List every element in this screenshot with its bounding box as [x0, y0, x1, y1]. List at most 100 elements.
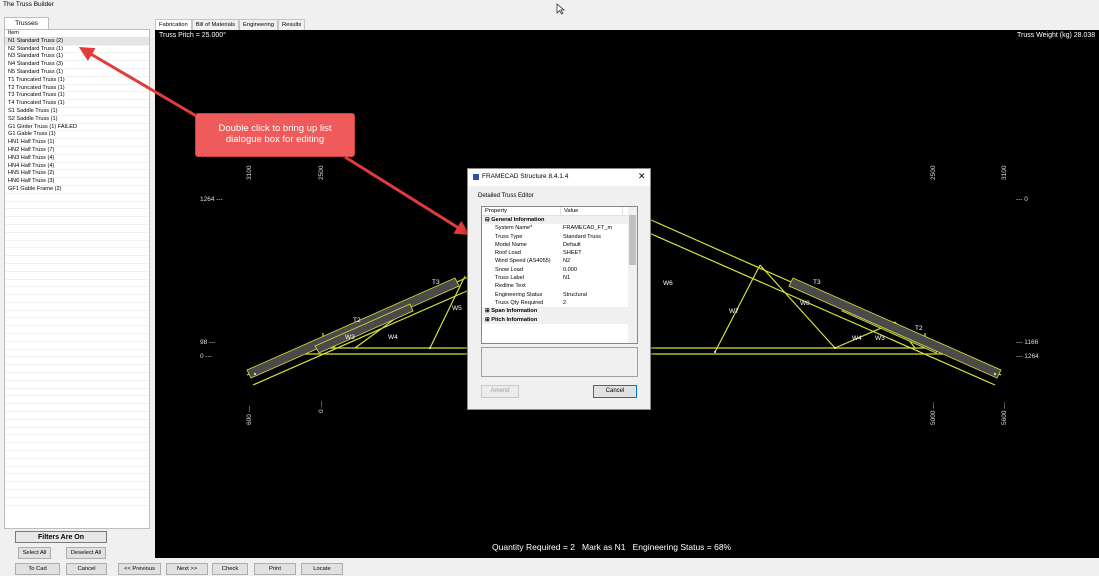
property-value[interactable]: N2: [561, 257, 623, 265]
list-item[interactable]: N4 Standard Truss (3): [5, 61, 149, 69]
empty-row: [5, 334, 149, 342]
node-dot: [834, 347, 836, 349]
tab-results[interactable]: Results: [277, 19, 306, 30]
collapse-icon[interactable]: ⊟: [485, 217, 490, 223]
list-item[interactable]: T4 Truncated Truss (1): [5, 100, 149, 108]
empty-row: [5, 498, 149, 506]
empty-row: [5, 264, 149, 272]
property-row[interactable]: Engineering Status Structural: [482, 291, 637, 299]
list-item[interactable]: G1 Gable Truss (1): [5, 131, 149, 140]
property-name: Truss Qty Required: [495, 299, 544, 306]
property-row[interactable]: System Name* FRAMECAD_FT_m: [482, 224, 637, 232]
property-row[interactable]: Redline Text: [482, 282, 637, 290]
property-value[interactable]: FRAMECAD_FT_m: [561, 224, 623, 232]
list-item[interactable]: G1 Girder Truss (1) FAILED: [5, 124, 149, 132]
member-bar-right-outer: [788, 277, 1002, 379]
list-item[interactable]: N5 Standard Truss (1): [5, 69, 149, 77]
list-item[interactable]: T2 Truncated Truss (1): [5, 85, 149, 93]
empty-row: [5, 357, 149, 366]
list-item[interactable]: HN6 Half Truss (3): [5, 178, 149, 186]
list-item[interactable]: N2 Standard Truss (1): [5, 46, 149, 54]
category-general[interactable]: ⊟ General Information: [482, 216, 637, 225]
tab-trusses[interactable]: Trusses: [4, 17, 49, 29]
expand-icon[interactable]: ⊞: [485, 308, 490, 314]
grid-scroll-thumb[interactable]: [629, 215, 636, 265]
list-item[interactable]: HN5 Half Truss (2): [5, 170, 149, 179]
property-value[interactable]: Standard Truss: [561, 233, 623, 241]
description-box: [481, 347, 638, 377]
cancel-button[interactable]: Cancel: [66, 563, 107, 575]
empty-row: [5, 412, 149, 420]
member-label-t2-right: T2: [915, 325, 923, 332]
property-row[interactable]: Snow Load 0.000: [482, 266, 637, 274]
list-item[interactable]: S1 Saddle Truss (1): [5, 108, 149, 116]
property-value[interactable]: [561, 282, 623, 290]
empty-row: [5, 233, 149, 241]
to-cad-button[interactable]: To Cad: [15, 563, 60, 575]
tab-bill-of-materials[interactable]: Bill of Materials: [191, 19, 239, 30]
list-item[interactable]: HN4 Half Truss (4): [5, 163, 149, 171]
dim-top-3100-left: 3100: [246, 165, 253, 180]
tab-engineering[interactable]: Engineering: [239, 19, 278, 30]
member-bar-left-outer: [246, 277, 460, 379]
dim-bottom-600: 600 ---: [246, 405, 253, 425]
check-button[interactable]: Check: [212, 563, 248, 575]
property-value[interactable]: SHEET: [561, 249, 623, 257]
property-row[interactable]: Truss Qty Required 2: [482, 299, 637, 307]
truss-list[interactable]: Item N1 Standard Truss (2) N2 Standard Tr…: [4, 29, 150, 529]
dialog-subtitle: Detailed Truss Editor: [478, 193, 534, 199]
list-item[interactable]: S2 Saddle Truss (1): [5, 116, 149, 124]
locate-button[interactable]: Locate: [301, 563, 343, 575]
expand-icon[interactable]: ⊞: [485, 317, 490, 323]
amend-button[interactable]: Amend: [481, 385, 519, 398]
dim-top-2500-left: 2500: [318, 165, 325, 180]
close-icon[interactable]: ✕: [638, 171, 646, 182]
list-item[interactable]: HN1 Half Truss (1): [5, 139, 149, 147]
dialog-cancel-button[interactable]: Cancel: [593, 385, 637, 398]
property-value[interactable]: N1: [561, 274, 623, 282]
property-grid[interactable]: Property Value ⊟ General Information Sys…: [481, 206, 638, 344]
property-row[interactable]: Roof Load SHEET: [482, 249, 637, 257]
property-row[interactable]: Wind Speed (AS4055) N2: [482, 257, 637, 265]
previous-button[interactable]: << Previous: [118, 563, 161, 575]
list-item[interactable]: T3 Truncated Truss (1): [5, 92, 149, 101]
property-row[interactable]: Model Name Default: [482, 241, 637, 249]
grid-scrollbar[interactable]: [628, 207, 637, 343]
print-button[interactable]: Print: [254, 563, 296, 575]
list-item[interactable]: N1 Standard Truss (2): [5, 37, 149, 46]
filters-button[interactable]: Filters Are On: [15, 531, 107, 543]
member-label-w7: W7: [729, 308, 739, 315]
tab-fabrication[interactable]: Fabrication: [155, 19, 192, 30]
select-all-button[interactable]: Select All: [18, 547, 51, 559]
list-item[interactable]: N3 Standard Truss (1): [5, 53, 149, 62]
property-row[interactable]: Truss Label N1: [482, 274, 637, 282]
category-pitch[interactable]: ⊞ Pitch Information: [482, 315, 637, 324]
category-span[interactable]: ⊞ Span Information: [482, 307, 637, 316]
property-name: System Name*: [495, 225, 533, 232]
property-value[interactable]: Structural: [561, 291, 623, 299]
dim-left-98: 98 ---: [200, 339, 216, 346]
property-name: Engineering Status: [495, 291, 543, 298]
property-name: Wind Speed (AS4055): [495, 258, 551, 265]
property-value[interactable]: 2: [561, 299, 623, 307]
list-item[interactable]: HN2 Half Truss (7): [5, 147, 149, 155]
node-dot: [429, 347, 431, 349]
property-value[interactable]: Default: [561, 241, 623, 249]
member-label-w4-left: W4: [388, 334, 398, 341]
empty-row: [5, 217, 149, 225]
col-property[interactable]: Property: [482, 207, 561, 215]
empty-row: [5, 311, 149, 319]
col-value[interactable]: Value: [561, 207, 623, 215]
property-row[interactable]: Truss Type Standard Truss: [482, 233, 637, 241]
dim-left-1264: 1264 ---: [200, 196, 223, 203]
list-item[interactable]: GF1 Gable Frame (2): [5, 186, 149, 194]
truss-editor-dialog: FRAMECAD Structure 8.4.1.4 ✕ Detailed Tr…: [467, 168, 651, 410]
dim-top-3100-right: 3100: [1001, 165, 1008, 180]
list-item[interactable]: T1 Truncated Truss (1): [5, 77, 149, 85]
deselect-all-button[interactable]: Deselect All: [66, 547, 106, 559]
next-button[interactable]: Next >>: [166, 563, 208, 575]
property-value[interactable]: 0.000: [561, 266, 623, 274]
list-item[interactable]: HN3 Half Truss (4): [5, 155, 149, 163]
dialog-titlebar[interactable]: FRAMECAD Structure 8.4.1.4 ✕: [468, 169, 650, 186]
grid-header: Property Value: [482, 207, 637, 216]
